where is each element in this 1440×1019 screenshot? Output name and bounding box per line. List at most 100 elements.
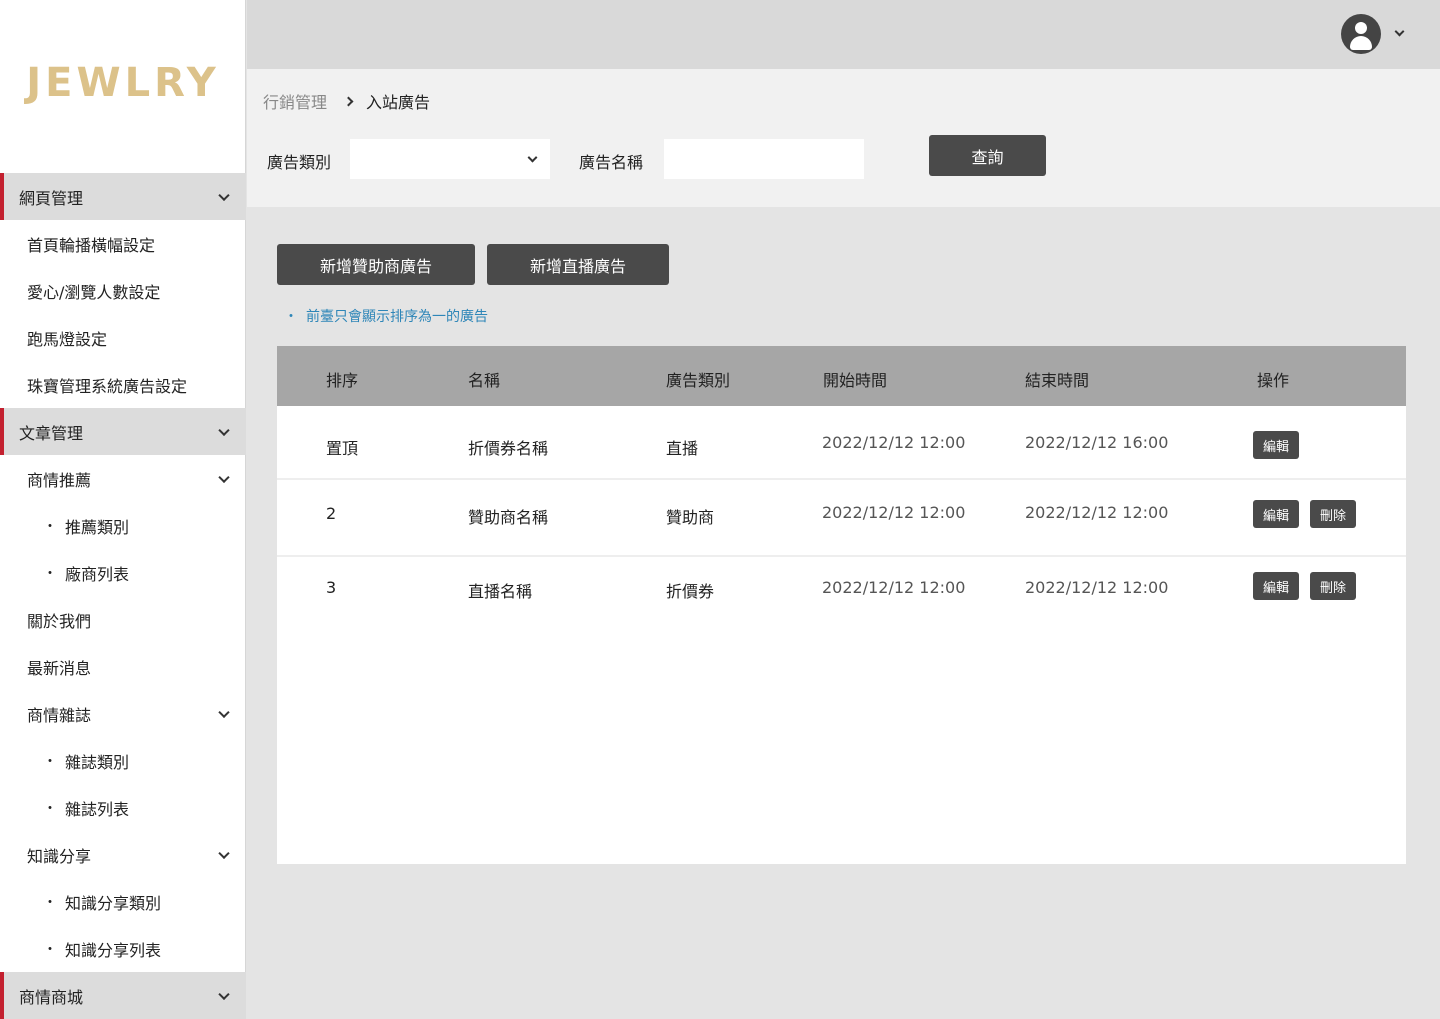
delete-button[interactable]: 刪除 xyxy=(1310,500,1357,528)
sidebar-item-ad-settings[interactable]: 珠寶管理系統廣告設定 xyxy=(0,361,246,408)
cell-start: 2022/12/12 12:00 xyxy=(822,503,966,522)
breadcrumb-current: 入站廣告 xyxy=(366,93,431,112)
sidebar-item-article-management[interactable]: 文章管理 xyxy=(0,408,246,455)
edit-button[interactable]: 編輯 xyxy=(1253,500,1300,528)
bullet-icon: ・ xyxy=(43,518,57,535)
sidebar-item-likes-views[interactable]: 愛心/瀏覽人數設定 xyxy=(0,267,246,314)
avatar-body xyxy=(1350,36,1372,50)
bullet-icon: ・ xyxy=(43,894,57,911)
sidebar-item-label: 知識分享 xyxy=(27,846,92,866)
table-row: 3 直播名稱 折價券 2022/12/12 12:00 2022/12/12 1… xyxy=(277,557,1406,627)
sidebar-item-knowledge[interactable]: 知識分享 xyxy=(0,831,246,878)
user-icon[interactable] xyxy=(1341,14,1381,54)
category-select[interactable] xyxy=(350,139,550,179)
table-row: 置頂 折價券名稱 直播 2022/12/12 12:00 2022/12/12 … xyxy=(277,406,1406,480)
chevron-down-icon xyxy=(218,189,230,201)
sidebar-item-label: 雜誌類別 xyxy=(65,752,130,772)
breadcrumb: 行銷管理 入站廣告 xyxy=(263,89,430,113)
bullet-icon: ・ xyxy=(43,753,57,770)
cell-start: 2022/12/12 12:00 xyxy=(822,433,966,452)
sidebar-item-label: 商情推薦 xyxy=(27,470,92,490)
chevron-down-icon xyxy=(218,424,230,436)
sidebar-item-label: 雜誌列表 xyxy=(65,799,130,819)
sidebar-item-mall[interactable]: 商情商城 xyxy=(0,972,246,1019)
sidebar-item-label: 關於我們 xyxy=(27,611,92,631)
cell-name: 直播名稱 xyxy=(468,582,533,601)
table-row: 2 贊助商名稱 贊助商 2022/12/12 12:00 2022/12/12 … xyxy=(277,480,1406,557)
info-note: ・前臺只會顯示排序為一的廣告 xyxy=(284,306,488,326)
cell-start: 2022/12/12 12:00 xyxy=(822,578,966,597)
cell-name: 折價券名稱 xyxy=(468,439,549,458)
sidebar-item-label: 跑馬燈設定 xyxy=(27,329,108,349)
category-label: 廣告類別 xyxy=(267,153,332,172)
column-header-order: 排序 xyxy=(326,371,359,390)
chevron-down-icon xyxy=(218,988,230,1000)
sidebar-item-marquee[interactable]: 跑馬燈設定 xyxy=(0,314,246,361)
column-header-name: 名稱 xyxy=(468,371,501,390)
sidebar-item-label: 最新消息 xyxy=(27,658,92,678)
sidebar-item-label: 推薦類別 xyxy=(65,517,130,537)
chevron-down-icon[interactable] xyxy=(1394,26,1405,37)
bullet-icon: ・ xyxy=(43,800,57,817)
cell-order: 3 xyxy=(326,578,337,597)
sidebar-item-recommend-category[interactable]: ・ 推薦類別 xyxy=(0,502,246,549)
bullet-icon: ・ xyxy=(43,941,57,958)
query-button[interactable]: 查詢 xyxy=(929,135,1046,176)
sidebar-item-magazine-category[interactable]: ・ 雜誌類別 xyxy=(0,737,246,784)
add-sponsor-ad-button[interactable]: 新增贊助商廣告 xyxy=(277,244,475,285)
cell-order: 2 xyxy=(326,504,337,523)
sidebar-nav: 網頁管理 首頁輪播橫幅設定 愛心/瀏覽人數設定 跑馬燈設定 珠寶管理系統廣告設定… xyxy=(0,173,246,1019)
sidebar-item-knowledge-category[interactable]: ・ 知識分享類別 xyxy=(0,878,246,925)
cell-end: 2022/12/12 16:00 xyxy=(1025,433,1169,452)
column-header-actions: 操作 xyxy=(1257,371,1290,390)
sidebar-item-label: 商情雜誌 xyxy=(27,705,92,725)
sidebar-item-label: 文章管理 xyxy=(19,423,84,443)
bullet-icon: ・ xyxy=(284,309,298,325)
sidebar-item-label: 廠商列表 xyxy=(65,564,130,584)
top-bar xyxy=(247,0,1440,69)
column-header-end: 結束時間 xyxy=(1025,371,1090,390)
sidebar-item-label: 首頁輪播橫幅設定 xyxy=(27,235,156,255)
table-header: 排序 名稱 廣告類別 開始時間 結束時間 操作 xyxy=(277,346,1406,406)
filter-panel: 行銷管理 入站廣告 廣告類別 廣告名稱 查詢 xyxy=(247,69,1440,207)
sidebar-item-news[interactable]: 最新消息 xyxy=(0,643,246,690)
add-live-ad-button[interactable]: 新增直播廣告 xyxy=(487,244,669,285)
sidebar-item-about-us[interactable]: 關於我們 xyxy=(0,596,246,643)
cell-name: 贊助商名稱 xyxy=(468,508,549,527)
sidebar-item-recommend[interactable]: 商情推薦 xyxy=(0,455,246,502)
sidebar-item-label: 珠寶管理系統廣告設定 xyxy=(27,376,188,396)
sidebar-item-label: 愛心/瀏覽人數設定 xyxy=(27,282,161,302)
bullet-icon: ・ xyxy=(43,565,57,582)
chevron-down-icon xyxy=(527,152,538,163)
sidebar-item-label: 商情商城 xyxy=(19,987,84,1007)
sidebar-item-home-banner[interactable]: 首頁輪播橫幅設定 xyxy=(0,220,246,267)
column-header-start: 開始時間 xyxy=(823,371,888,390)
cell-end: 2022/12/12 12:00 xyxy=(1025,503,1169,522)
sidebar-item-web-management[interactable]: 網頁管理 xyxy=(0,173,246,220)
chevron-right-icon xyxy=(343,96,354,106)
sidebar-item-label: 知識分享類別 xyxy=(65,893,162,913)
name-label: 廣告名稱 xyxy=(579,153,644,172)
sidebar-item-label: 知識分享列表 xyxy=(65,940,162,960)
breadcrumb-parent[interactable]: 行銷管理 xyxy=(263,89,327,113)
sidebar: JEWLRY 網頁管理 首頁輪播橫幅設定 愛心/瀏覽人數設定 跑馬燈設定 珠寶管… xyxy=(0,0,246,1019)
ads-table: 排序 名稱 廣告類別 開始時間 結束時間 操作 置頂 折價券名稱 直播 2022… xyxy=(277,346,1406,864)
chevron-down-icon xyxy=(218,471,230,483)
edit-button[interactable]: 編輯 xyxy=(1253,431,1300,459)
cell-order: 置頂 xyxy=(326,439,359,458)
chevron-down-icon xyxy=(218,847,230,859)
name-input[interactable] xyxy=(664,139,864,179)
delete-button[interactable]: 刪除 xyxy=(1310,572,1357,600)
edit-button[interactable]: 編輯 xyxy=(1253,572,1300,600)
logo: JEWLRY xyxy=(26,60,220,106)
cell-category: 贊助商 xyxy=(666,508,715,527)
sidebar-item-magazine[interactable]: 商情雜誌 xyxy=(0,690,246,737)
avatar-head xyxy=(1355,22,1367,34)
cell-category: 折價券 xyxy=(666,582,715,601)
cell-category: 直播 xyxy=(666,439,699,458)
cell-end: 2022/12/12 12:00 xyxy=(1025,578,1169,597)
sidebar-item-vendor-list[interactable]: ・ 廠商列表 xyxy=(0,549,246,596)
info-note-text: 前臺只會顯示排序為一的廣告 xyxy=(306,309,488,325)
sidebar-item-knowledge-list[interactable]: ・ 知識分享列表 xyxy=(0,925,246,972)
sidebar-item-magazine-list[interactable]: ・ 雜誌列表 xyxy=(0,784,246,831)
